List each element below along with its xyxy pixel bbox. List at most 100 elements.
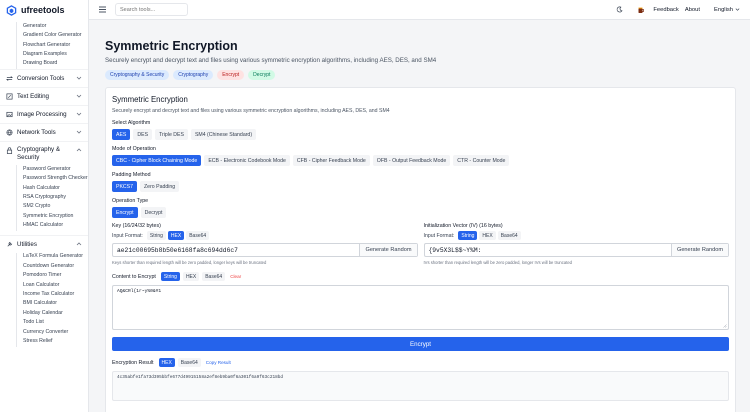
sidebar-item-hmac-calculator[interactable]: HMAC Calculator [23,221,88,230]
app-name: ufreetools [21,5,65,15]
mode-ctr-button[interactable]: CTR - Counter Mode [453,155,510,166]
tag-decrypt[interactable]: Decrypt [248,70,276,80]
algorithm-sm4-button[interactable]: SM4 (Chinese Standard) [190,129,257,140]
mode-ofb-button[interactable]: OFB - Output Feedback Mode [372,155,451,166]
clear-button[interactable]: Clear [230,274,241,279]
sidebar-item-sm2-crypto[interactable]: SM2 Crypto [23,203,88,212]
sidebar-item-hash-calculator[interactable]: Hash Calculator [23,184,88,193]
sidebar-group-label: Conversion Tools [17,74,65,82]
sidebar-item-income-tax-calculator[interactable]: Income Tax Calculator [23,290,88,299]
sidebar-item-diagram-examples[interactable]: Diagram Examples [23,50,88,59]
iv-generate-random-button[interactable]: Generate Random [670,244,728,256]
sidebar-item-holiday-calendar[interactable]: Holiday Calendar [23,309,88,318]
content-format-hex[interactable]: HEX [182,272,200,281]
sidebar-group-label: Image Processing [17,110,67,118]
sidebar-group-image-processing[interactable]: Image Processing [0,104,88,123]
image-icon [6,111,13,117]
sidebar-item-loan-calculator[interactable]: Loan Calculator [23,281,88,290]
sidebar-group-label: Network Tools [17,128,56,136]
copy-result-button[interactable]: Copy Result [206,360,231,365]
sidebar-item-generator[interactable]: Generator [23,22,88,31]
content-label: Content to Encrypt [112,273,156,280]
feedback-link[interactable]: Feedback [653,7,678,13]
sidebar-group-cryptography-security[interactable]: Cryptography & Security [0,140,88,165]
top-right-actions: Feedback About English [616,6,750,14]
result-format-hex[interactable]: HEX [158,358,175,367]
sidebar-item-latex-formula-generator[interactable]: LaTeX Formula Generator [23,253,88,262]
menu-icon[interactable] [98,5,107,14]
resize-handle-icon[interactable] [723,324,727,328]
search-input[interactable] [120,6,184,13]
iv-input[interactable] [424,244,671,256]
text-edit-icon [6,93,13,100]
about-link[interactable]: About [685,7,700,13]
sidebar-item-countdown-generator[interactable]: Countdown Generator [23,262,88,271]
sidebar-item-password-generator[interactable]: Password Generator [23,165,88,174]
sidebar-item-rsa-cryptography[interactable]: RSA Cryptography [23,193,88,202]
algorithm-des-button[interactable]: DES [133,129,153,140]
content-textarea[interactable]: AQ&CRl{1r~y%0&#1 [112,285,729,330]
content-format-base64[interactable]: Base64 [202,272,226,281]
padding-pkcs7-button[interactable]: PKCS7 [112,181,138,192]
mode-cfb-button[interactable]: CFB - Cipher Feedback Mode [292,155,370,166]
sidebar-nav: Generator Gradient Color Generator Flowc… [0,20,88,347]
key-format-base64[interactable]: Base64 [186,231,210,240]
sidebar-group-text-editing[interactable]: Text Editing [0,86,88,105]
operation-encrypt-button[interactable]: Encrypt [112,207,138,218]
chevron-up-icon [76,242,82,246]
language-label: English [713,6,733,13]
result-format-base64[interactable]: Base64 [177,358,201,367]
coffee-icon[interactable] [637,6,645,14]
utilities-icon [7,241,13,247]
operation-decrypt-button[interactable]: Decrypt [140,207,167,218]
iv-format-hex[interactable]: HEX [479,231,496,240]
moon-icon[interactable] [616,6,623,13]
sidebar-group-network-tools[interactable]: Network Tools [0,122,88,141]
mode-ecb-button[interactable]: ECB - Electronic Codebook Mode [204,155,290,166]
sidebar-item-pomodoro-timer[interactable]: Pomodoro Timer [23,271,88,280]
result-output[interactable]: 4c35abfe1fa73d395bbfe677d49915158a2ef8eb… [112,371,729,401]
mode-cbc-button[interactable]: CBC - Cipher Block Chaining Mode [112,155,202,166]
sidebar-item-gradient-color-generator[interactable]: Gradient Color Generator [23,31,88,40]
sidebar-item-symmetric-encryption[interactable]: Symmetric Encryption [23,212,88,221]
padding-zero-button[interactable]: Zero Padding [140,181,180,192]
logo[interactable]: ufreetools [0,0,88,20]
sidebar-item-todo-list[interactable]: Todo List [23,318,88,327]
tag-cryptography-security[interactable]: Cryptography & Security [105,70,170,80]
chevron-down-icon [735,8,740,11]
top-bar: Feedback About English [89,0,750,20]
mode-label: Mode of Operation [112,146,156,152]
sidebar-item-stress-relief[interactable]: Stress Relief [23,337,88,346]
sidebar-group-conversion-tools[interactable]: Conversion Tools [0,68,88,87]
sidebar-item-bmi-calculator[interactable]: BMI Calculator [23,300,88,309]
tag-encrypt[interactable]: Encrypt [217,70,245,80]
algorithm-options: AES DES Triple DES SM4 (Chinese Standard… [112,129,729,140]
content-format-string[interactable]: String [160,272,180,281]
algorithm-label: Select Algorithm [112,120,151,126]
key-hint: Keys shorter than required length will b… [112,260,267,265]
conversion-icon [6,76,13,81]
key-generate-random-button[interactable]: Generate Random [359,244,417,256]
operation-label: Operation Type [112,198,149,204]
sidebar-item-drawing-board[interactable]: Drawing Board [23,60,88,69]
sidebar-group-utilities[interactable]: Utilities [0,234,88,253]
encrypt-button[interactable]: Encrypt [112,337,729,351]
sidebar-item-currency-converter[interactable]: Currency Converter [23,328,88,337]
search-box[interactable] [115,3,188,16]
iv-format-base64[interactable]: Base64 [497,231,521,240]
algorithm-aes-button[interactable]: AES [112,129,131,140]
padding-options: PKCS7 Zero Padding [112,181,729,192]
algorithm-triple-des-button[interactable]: Triple DES [155,129,188,140]
iv-format-string[interactable]: String [458,231,478,240]
sidebar: ufreetools Generator Gradient Color Gene… [0,0,89,412]
lock-icon [6,147,13,154]
key-format-string[interactable]: String [146,231,166,240]
key-format-hex[interactable]: HEX [167,231,185,240]
sidebar-item-flowchart-generator[interactable]: Flowchart Generator [23,41,88,50]
sidebar-group-label: Text Editing [17,92,49,100]
key-input[interactable] [113,244,360,256]
language-selector[interactable]: English [714,7,740,13]
tag-cryptography[interactable]: Cryptography [173,70,214,80]
sidebar-item-password-strength-checker[interactable]: Password Strength Checker [23,174,88,183]
sidebar-group-label: Utilities [17,240,37,248]
